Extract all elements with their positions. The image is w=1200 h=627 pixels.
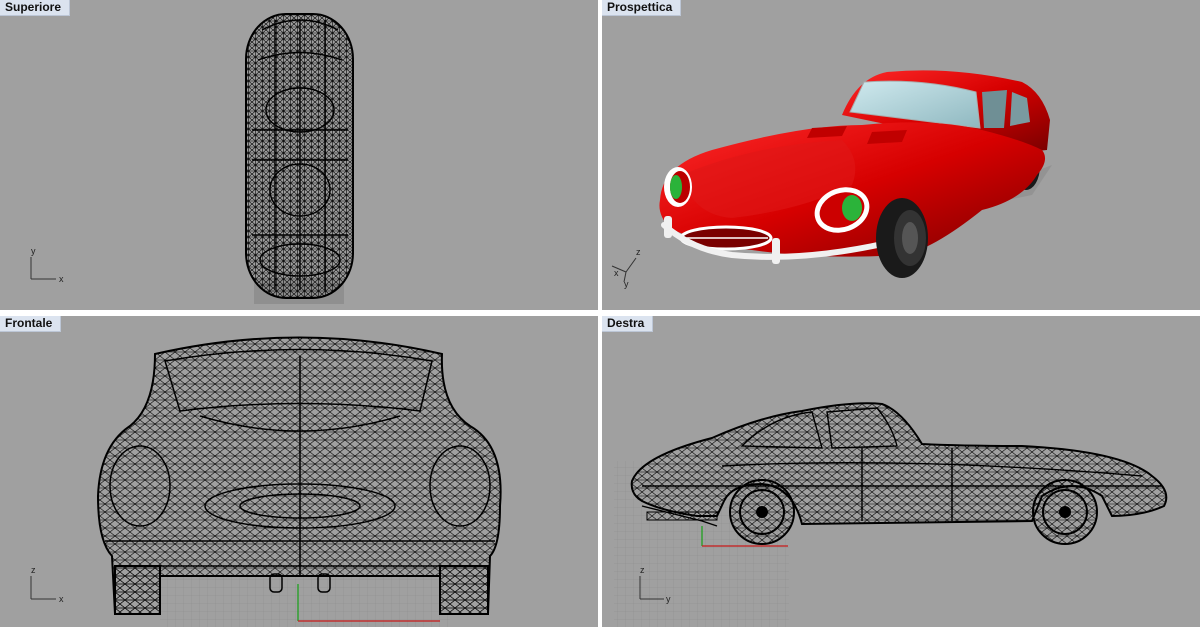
axis-y-label: y	[624, 279, 629, 289]
viewport-label-right[interactable]: Destra	[602, 316, 654, 332]
top-view-canvas: y x	[30, 13, 354, 304]
axis-z-label: z	[640, 565, 645, 575]
viewport-label-front[interactable]: Frontale	[0, 316, 62, 332]
headlight	[842, 195, 862, 221]
viewport-perspective[interactable]: Prospettica z x y	[602, 0, 1200, 310]
viewport-right[interactable]: Destra z y	[602, 316, 1200, 627]
car-wireframe-top	[245, 13, 354, 299]
right-view-canvas: z y	[614, 402, 1168, 627]
viewport-label-perspective[interactable]: Prospettica	[602, 0, 682, 16]
axis-icon-perspective: z x y	[611, 247, 641, 289]
car-render-perspective	[659, 70, 1052, 278]
perspective-view-canvas: z x y	[611, 70, 1052, 289]
viewport-top[interactable]: Superiore y x	[0, 0, 598, 310]
axis-icon-front: z x	[30, 565, 64, 604]
viewport-front[interactable]: Frontale z x	[0, 316, 598, 627]
axis-icon-top: y x	[30, 246, 64, 284]
axis-x-label: x	[614, 268, 619, 278]
axis-x-label: x	[59, 274, 64, 284]
car-wireframe-front	[96, 336, 502, 615]
viewport-label-top[interactable]: Superiore	[0, 0, 71, 16]
axis-x-label: x	[59, 594, 64, 604]
axis-z-label: z	[31, 565, 36, 575]
axis-y-label: y	[31, 246, 36, 256]
front-view-canvas: z x	[30, 336, 502, 627]
axis-z-label: z	[636, 247, 641, 257]
axis-y-label: y	[666, 594, 671, 604]
